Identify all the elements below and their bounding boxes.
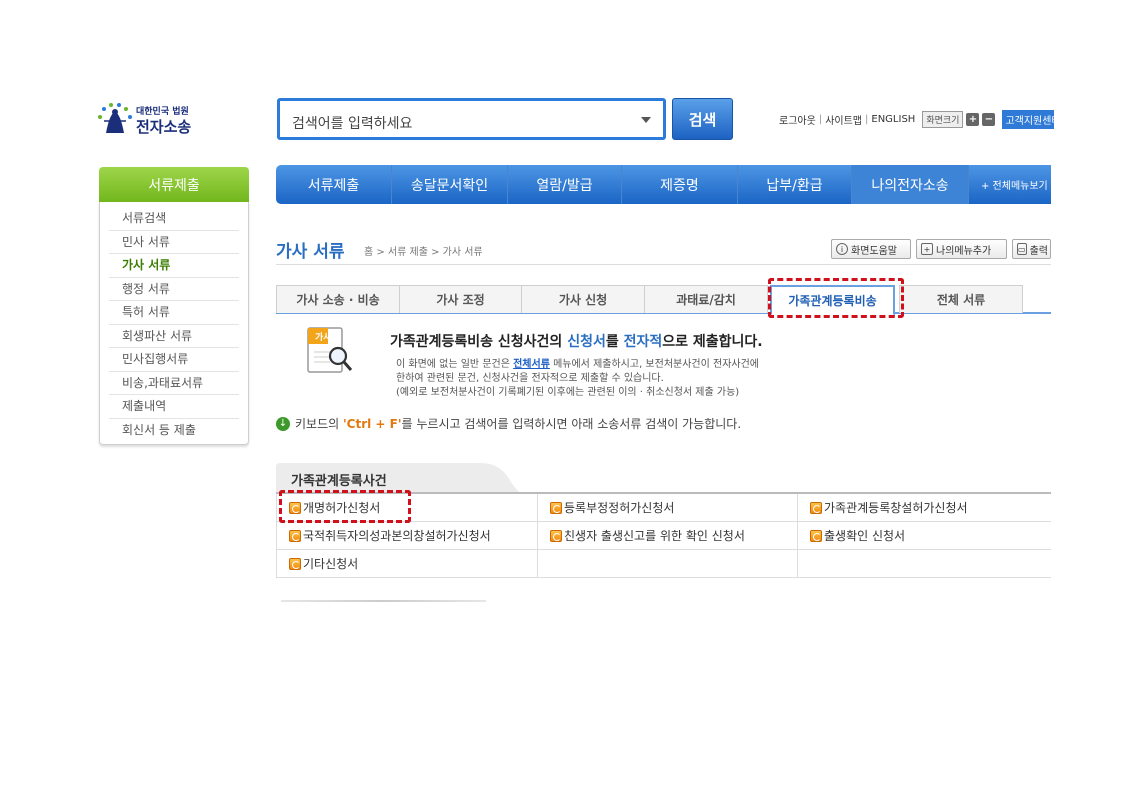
tab-family-application[interactable]: 가사 신청 bbox=[521, 285, 645, 313]
tab-family-mediation[interactable]: 가사 조정 bbox=[399, 285, 522, 313]
intro-title-part: 가족관계등록비송 신청사건의 bbox=[390, 334, 568, 350]
doc-item-registration-creation[interactable]: 가족관계등록창설허가신청서 bbox=[798, 494, 1051, 522]
logo-title: 전자소송 bbox=[136, 118, 192, 136]
intro-desc-text: 메뉴에서 제출하시고, 보전처분사건이 전자사건에 bbox=[549, 359, 759, 370]
intro-title-highlight: 전자적 bbox=[623, 334, 663, 350]
document-icon bbox=[289, 529, 301, 542]
print-label: 출력 bbox=[1029, 245, 1048, 257]
divider: | bbox=[865, 114, 869, 125]
search-input[interactable]: 검색어를 입력하세요 bbox=[277, 98, 666, 140]
lnb-item-family[interactable]: 가사 서류 bbox=[109, 254, 239, 278]
add-menu-icon: + bbox=[921, 243, 933, 255]
divider bbox=[281, 600, 486, 602]
chevron-down-icon[interactable] bbox=[641, 117, 651, 123]
lnb-item-civil-execution[interactable]: 민사집행서류 bbox=[109, 348, 239, 372]
intro-title-part: 를 bbox=[605, 334, 624, 350]
lnb-item-patent[interactable]: 특허 서류 bbox=[109, 301, 239, 325]
kbd-shortcut: 'Ctrl + F' bbox=[342, 417, 402, 431]
add-my-menu-label: 나의메뉴추가 bbox=[936, 245, 992, 257]
document-icon bbox=[550, 501, 562, 514]
gnb-view-issue[interactable]: 열람/발급 bbox=[508, 165, 622, 204]
english-link[interactable]: ENGLISH bbox=[871, 114, 915, 125]
doc-item-label: 가족관계등록창설허가신청서 bbox=[824, 501, 968, 515]
doc-item-label: 등록부정정허가신청서 bbox=[564, 501, 675, 515]
doc-item-naturalized-surname[interactable]: 국적취득자의성과본의창설허가신청서 bbox=[276, 522, 538, 550]
intro-desc-line: (예외로 보전처분사건이 기록폐기된 이후에는 관련된 이의 · 취소신청서 제… bbox=[396, 387, 740, 398]
document-icon bbox=[810, 529, 822, 542]
left-nav: 서류검색 민사 서류 가사 서류 행정 서류 특허 서류 회생파산 서류 민사집… bbox=[99, 202, 249, 445]
intro-title: 가족관계등록비송 신청사건의 신청서를 전자적으로 제출합니다. bbox=[390, 331, 763, 351]
info-icon: i bbox=[836, 243, 848, 255]
print-button[interactable]: ▭ 출력 bbox=[1012, 239, 1051, 259]
kbd-tip-part: 를 누르시고 검색어를 입력하시면 아래 소송서류 검색이 가능합니다. bbox=[401, 417, 742, 431]
keyboard-tip: ↓ 키보드의 'Ctrl + F'를 누르시고 검색어를 입력하시면 아래 소송… bbox=[276, 415, 741, 432]
printer-icon: ▭ bbox=[1017, 243, 1027, 255]
search-placeholder: 검색어를 입력하세요 bbox=[292, 116, 413, 132]
intro-description: 이 화면에 없는 일반 문건은 전체서류 메뉴에서 제출하시고, 보전처분사건이… bbox=[396, 358, 759, 400]
document-icon bbox=[810, 501, 822, 514]
document-icon bbox=[289, 557, 301, 570]
divider bbox=[276, 264, 1051, 265]
gnb-document-submission[interactable]: 서류제출 bbox=[276, 165, 392, 204]
category-tabs: 가사 소송 · 비송 가사 조정 가사 신청 과태료/감치 가족관계등록비송 전… bbox=[276, 285, 1051, 316]
lnb-item-reply-submission[interactable]: 회신서 등 제출 bbox=[109, 419, 239, 443]
doc-item-birth-confirmation[interactable]: 출생확인 신청서 bbox=[798, 522, 1051, 550]
kbd-tip-part: 키보드의 bbox=[295, 417, 343, 431]
gnb-payment-refund[interactable]: 납부/환급 bbox=[738, 165, 852, 204]
tab-highlight-annotation bbox=[768, 278, 904, 318]
all-documents-link[interactable]: 전체서류 bbox=[513, 359, 550, 370]
intro-icon-label: 가사 bbox=[315, 333, 332, 343]
breadcrumb: 홈 > 서류 제출 > 가사 서류 bbox=[364, 247, 483, 258]
zoom-in-button[interactable]: + bbox=[966, 113, 980, 126]
all-menu-button[interactable]: + 전체메뉴보기 bbox=[969, 177, 1048, 192]
gnb-service-check[interactable]: 송달문서확인 bbox=[392, 165, 508, 204]
zoom-label: 화면크기 bbox=[922, 111, 964, 128]
document-icon bbox=[550, 529, 562, 542]
lnb-title: 서류제출 bbox=[99, 167, 249, 202]
doc-item-label: 친생자 출생신고를 위한 확인 신청서 bbox=[564, 529, 745, 543]
court-logo[interactable]: 대한민국 법원 전자소송 bbox=[96, 101, 206, 141]
doc-item-register-correction[interactable]: 등록부정정허가신청서 bbox=[538, 494, 798, 522]
lnb-item-submission-history[interactable]: 제출내역 bbox=[109, 395, 239, 419]
tab-family-litigation[interactable]: 가사 소송 · 비송 bbox=[276, 285, 400, 313]
empty-cell bbox=[798, 550, 1051, 578]
gnb-certificates[interactable]: 제증명 bbox=[622, 165, 738, 204]
logout-link[interactable]: 로그아웃 bbox=[779, 112, 816, 127]
doc-item-other[interactable]: 기타신청서 bbox=[276, 550, 538, 578]
add-my-menu-button[interactable]: + 나의메뉴추가 bbox=[916, 239, 1007, 259]
doc-item-label: 기타신청서 bbox=[303, 557, 359, 571]
intro-title-part: 으로 제출합니다. bbox=[662, 334, 763, 350]
kbd-tip-text: 키보드의 'Ctrl + F'를 누르시고 검색어를 입력하시면 아래 소송서류… bbox=[295, 415, 741, 432]
lnb-item-non-contentious[interactable]: 비송,과태료서류 bbox=[109, 372, 239, 395]
section-title: 가족관계등록사건 bbox=[291, 474, 387, 489]
intro-desc-line: 한하여 관련된 문건, 신청사건을 전자적으로 제출할 수 있습니다. bbox=[396, 373, 664, 384]
tab-fine-detention[interactable]: 과태료/감치 bbox=[644, 285, 768, 313]
screen-help-label: 화면도움말 bbox=[851, 245, 897, 257]
zoom-out-button[interactable]: − bbox=[982, 113, 996, 126]
empty-cell bbox=[538, 550, 798, 578]
intro-desc-line: 이 화면에 없는 일반 문건은 전체서류 메뉴에서 제출하시고, 보전처분사건이… bbox=[396, 358, 759, 372]
doc-item-birth-confirmation-child[interactable]: 친생자 출생신고를 위한 확인 신청서 bbox=[538, 522, 798, 550]
sitemap-link[interactable]: 사이트맵 bbox=[825, 112, 862, 127]
doc-item-label: 출생확인 신청서 bbox=[824, 529, 906, 543]
main-nav: 서류제출 송달문서확인 열람/발급 제증명 납부/환급 나의전자소송 + 전체메… bbox=[276, 165, 1051, 204]
search-button[interactable]: 검색 bbox=[672, 98, 733, 140]
item-highlight-annotation bbox=[279, 490, 411, 523]
top-utility-links: 로그아웃 | 사이트맵 | ENGLISH 화면크기 + − 고객지원센터 bbox=[779, 110, 1055, 129]
court-emblem-icon bbox=[98, 103, 132, 133]
lnb-item-bankruptcy[interactable]: 회생파산 서류 bbox=[109, 325, 239, 348]
tab-all-documents[interactable]: 전체 서류 bbox=[899, 285, 1023, 313]
page-title: 가사 서류 bbox=[276, 242, 345, 262]
divider: | bbox=[818, 114, 823, 125]
lnb-item-civil[interactable]: 민사 서류 bbox=[109, 231, 239, 254]
doc-item-label: 국적취득자의성과본의창설허가신청서 bbox=[303, 529, 491, 543]
screen-help-button[interactable]: i 화면도움말 bbox=[831, 239, 911, 259]
support-center-link[interactable]: 고객지원센터 bbox=[1002, 110, 1055, 129]
lnb-item-document-search[interactable]: 서류검색 bbox=[109, 207, 239, 231]
lnb-item-administrative[interactable]: 행정 서류 bbox=[109, 278, 239, 301]
intro-title-highlight: 신청서 bbox=[567, 334, 606, 350]
intro-desc-text: 이 화면에 없는 일반 문건은 bbox=[396, 359, 514, 370]
arrow-down-circle-icon: ↓ bbox=[276, 416, 290, 431]
gnb-my-ecourt[interactable]: 나의전자소송 bbox=[852, 165, 969, 204]
